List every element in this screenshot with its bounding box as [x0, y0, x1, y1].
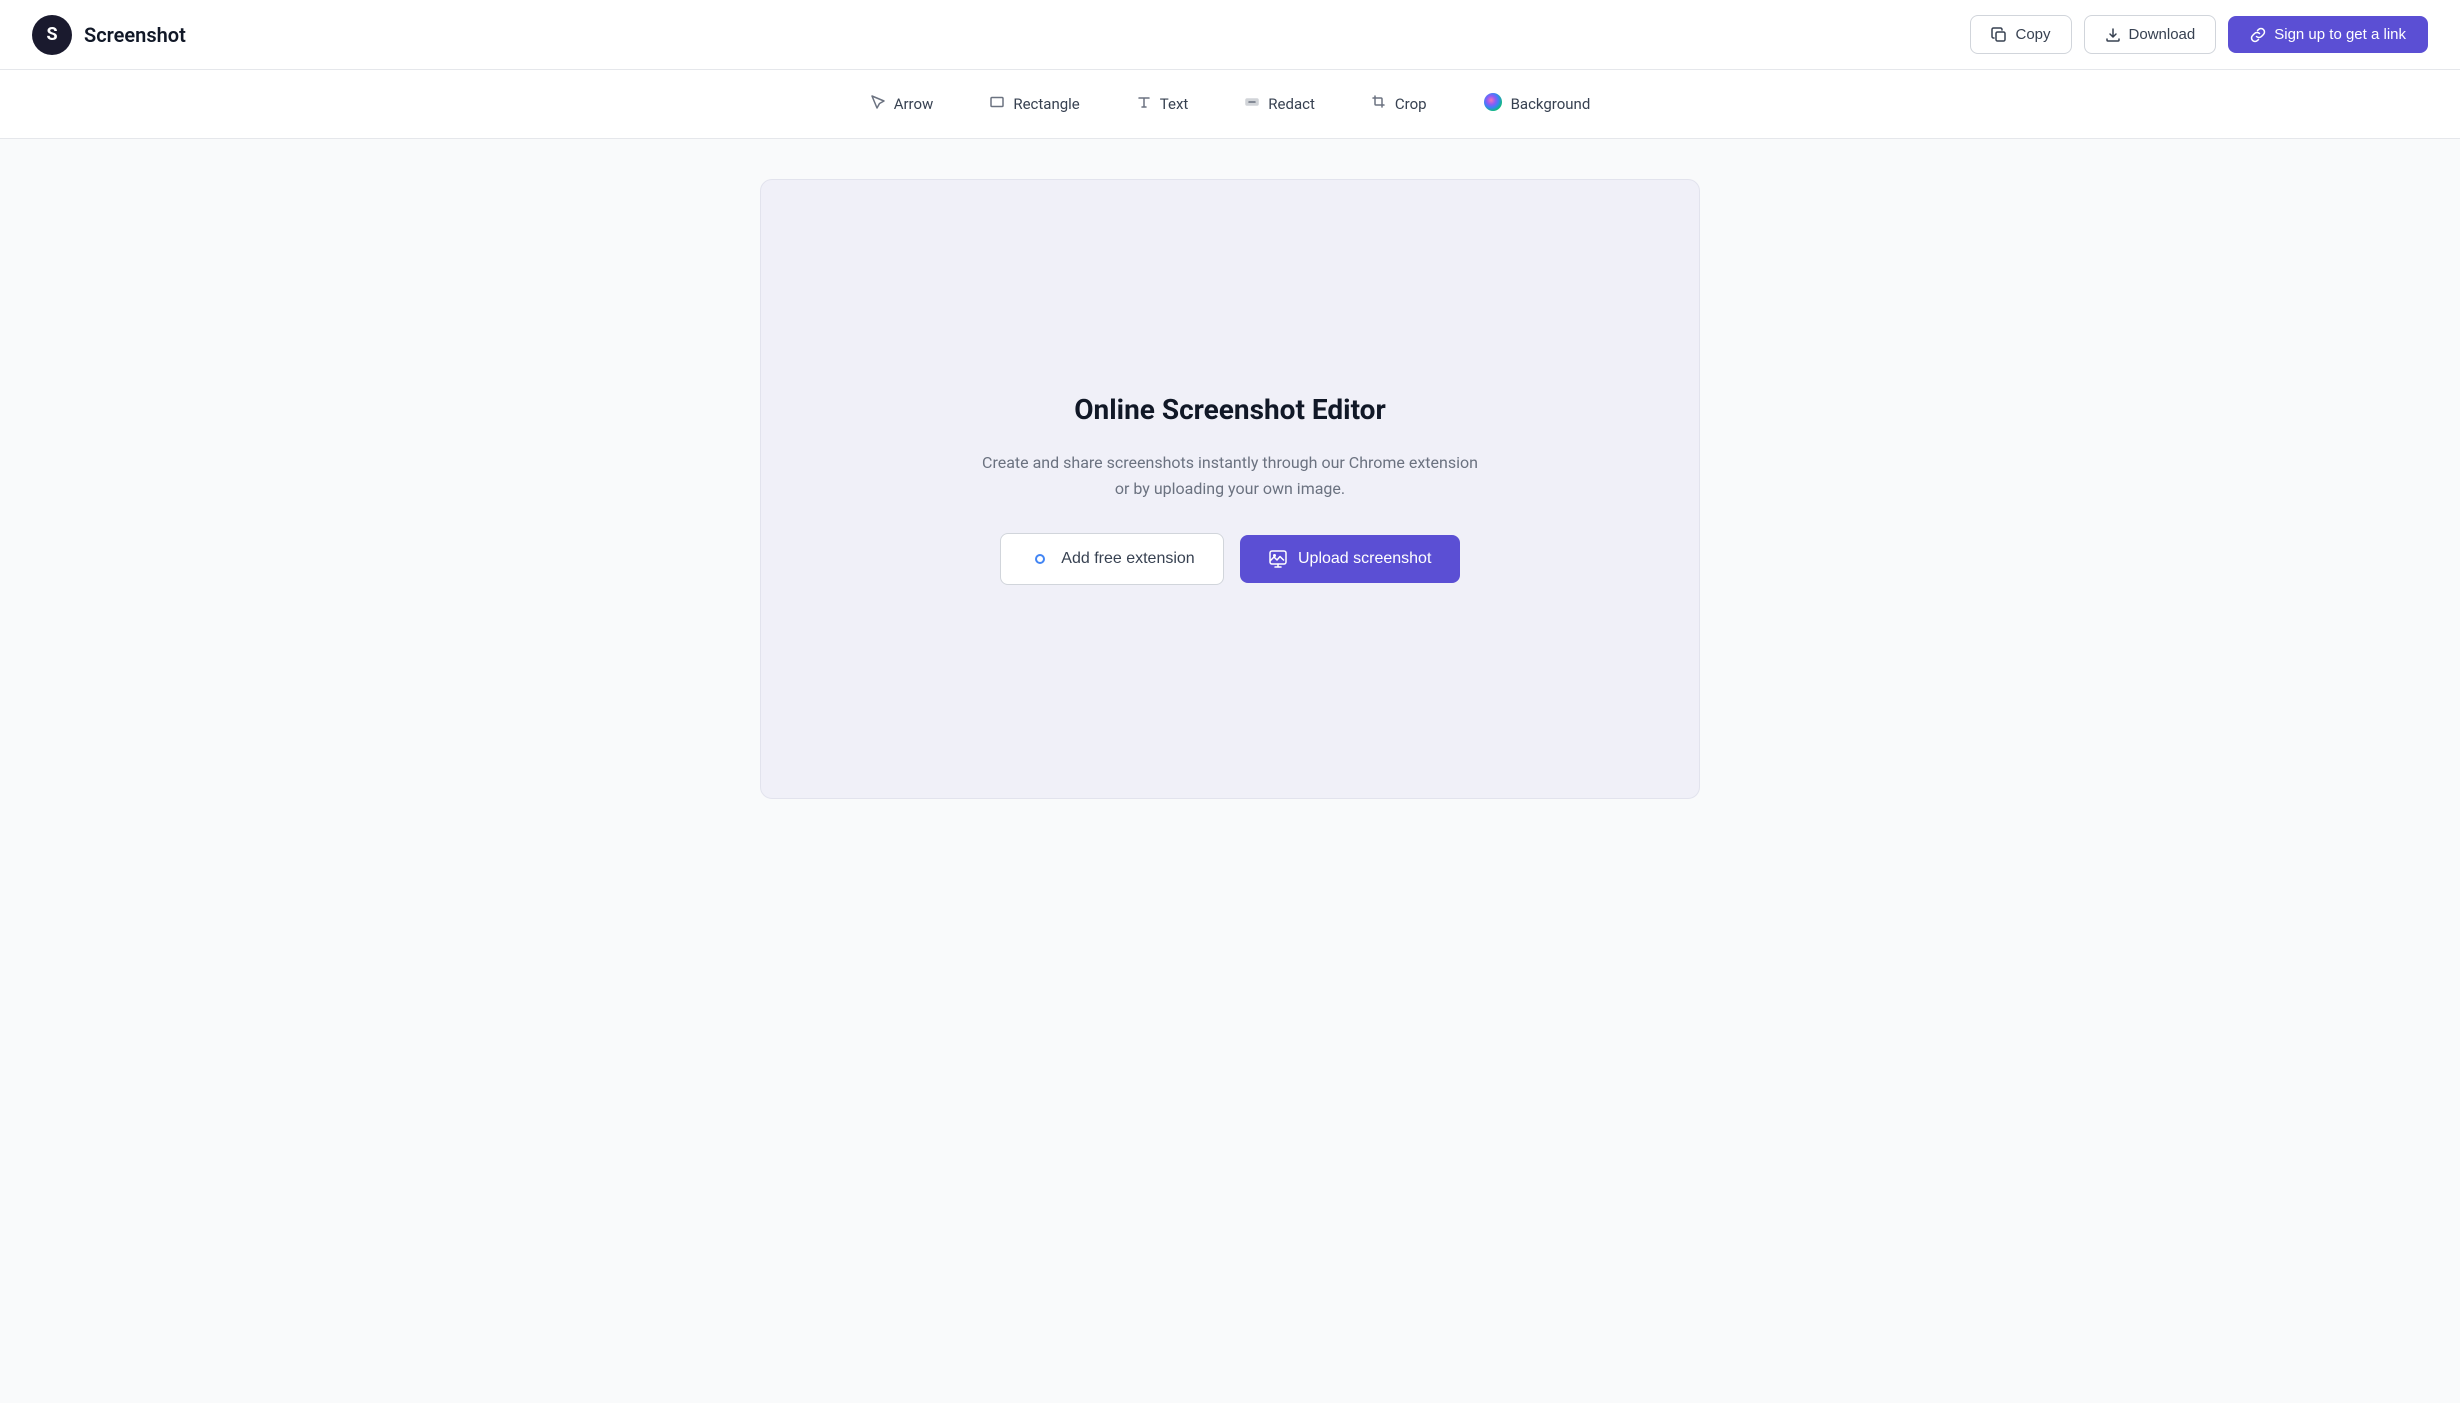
upload-screenshot-button[interactable]: Upload screenshot — [1240, 535, 1460, 583]
canvas-area: Online Screenshot Editor Create and shar… — [760, 179, 1700, 799]
redact-icon — [1244, 94, 1260, 114]
toolbar: Arrow Rectangle Text Redact — [0, 70, 2460, 139]
toolbar-label-text: Text — [1160, 95, 1189, 113]
upload-screenshot-label: Upload screenshot — [1298, 550, 1431, 568]
chrome-icon — [1029, 548, 1051, 570]
main-content: Online Screenshot Editor Create and shar… — [0, 139, 2460, 1403]
copy-icon — [1991, 27, 2007, 43]
toolbar-item-rectangle[interactable]: Rectangle — [979, 88, 1089, 120]
toolbar-label-crop: Crop — [1395, 95, 1427, 113]
canvas-subtitle: Create and share screenshots instantly t… — [980, 450, 1480, 501]
toolbar-item-text[interactable]: Text — [1126, 88, 1199, 120]
header-actions: Copy Download Sign up to get a link — [1970, 15, 2428, 54]
toolbar-label-arrow: Arrow — [894, 95, 934, 113]
logo-avatar: S — [32, 15, 72, 55]
toolbar-label-background: Background — [1511, 95, 1591, 113]
link-icon — [2250, 27, 2266, 43]
rectangle-icon — [989, 94, 1005, 114]
signup-button[interactable]: Sign up to get a link — [2228, 16, 2428, 53]
text-icon — [1136, 94, 1152, 114]
toolbar-label-rectangle: Rectangle — [1013, 95, 1079, 113]
upload-icon — [1268, 549, 1288, 569]
canvas-buttons: Add free extension Upload screenshot — [1000, 533, 1459, 585]
add-extension-button[interactable]: Add free extension — [1000, 533, 1223, 585]
toolbar-item-crop[interactable]: Crop — [1361, 88, 1437, 120]
download-icon — [2105, 27, 2121, 43]
background-icon — [1483, 92, 1503, 116]
toolbar-label-redact: Redact — [1268, 95, 1315, 113]
copy-button[interactable]: Copy — [1970, 15, 2071, 54]
toolbar-item-redact[interactable]: Redact — [1234, 88, 1325, 120]
toolbar-item-arrow[interactable]: Arrow — [860, 88, 944, 120]
toolbar-item-background[interactable]: Background — [1473, 86, 1601, 122]
app-title: Screenshot — [84, 23, 186, 47]
crop-icon — [1371, 94, 1387, 114]
canvas-title: Online Screenshot Editor — [1074, 393, 1386, 426]
header-left: S Screenshot — [32, 15, 186, 55]
header: S Screenshot Copy Download Sign up to ge… — [0, 0, 2460, 70]
arrow-icon — [870, 94, 886, 114]
download-button[interactable]: Download — [2084, 15, 2217, 54]
add-extension-label: Add free extension — [1061, 550, 1194, 568]
